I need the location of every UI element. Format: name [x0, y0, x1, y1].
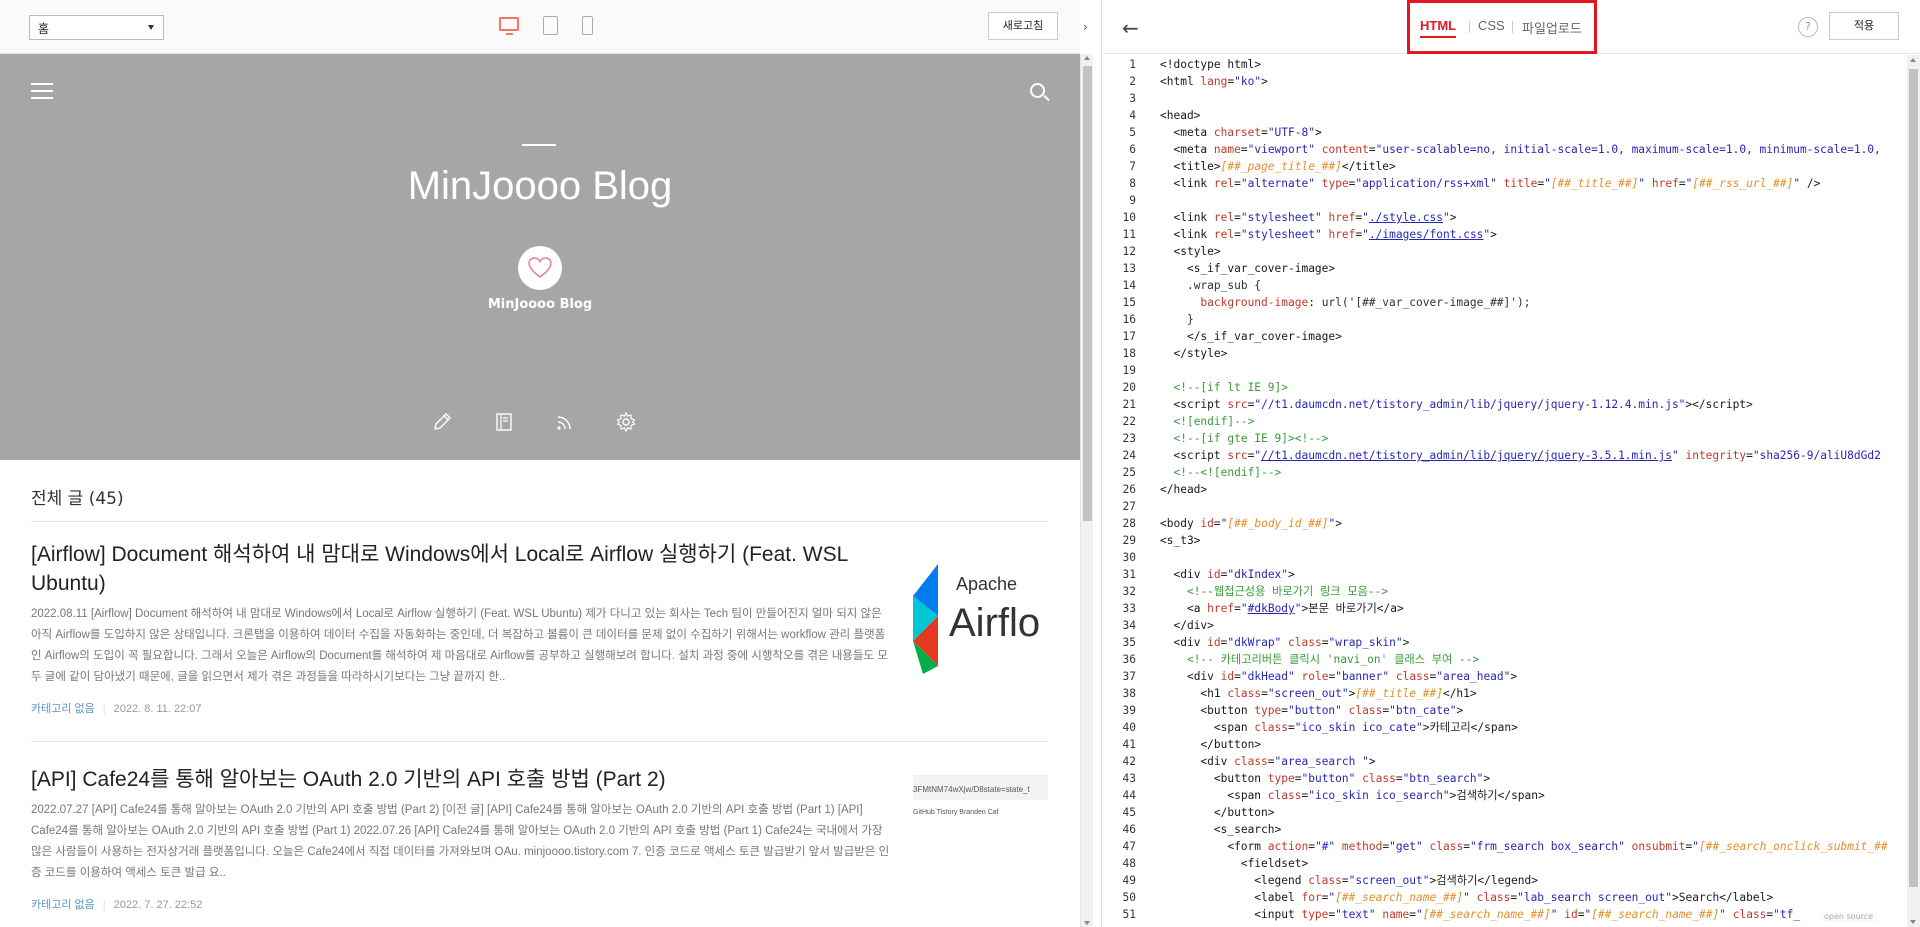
tablet-view-icon[interactable] [543, 16, 558, 35]
chevron-down-icon [148, 25, 154, 30]
search-icon[interactable] [1030, 83, 1045, 98]
post-date: 2022. 8. 11. 22:07 [113, 703, 202, 715]
divider [1512, 21, 1513, 33]
page-select-value: 홈 [38, 22, 50, 36]
menu-icon[interactable] [31, 83, 53, 99]
gear-icon[interactable] [616, 412, 636, 432]
list-item[interactable]: [API] Cafe24를 통해 알아보는 OAuth 2.0 기반의 API … [31, 765, 1048, 912]
tab-css[interactable]: CSS [1478, 18, 1505, 33]
heart-icon [528, 257, 552, 278]
preview-scrollbar[interactable] [1080, 54, 1093, 927]
post-date: 2022. 7. 27. 22:52 [113, 899, 203, 911]
thumb-text-airflow: Airflo [949, 601, 1040, 645]
code-editor-pane: ← HTML CSS 파일업로드 ? 적용 1 <!doctype html> 2… [1102, 0, 1920, 927]
post-title[interactable]: [Airflow] Document 해석하여 내 맘대로 Windows에서 … [31, 540, 881, 598]
thumb-url-text: 3FMtNM74wXjw/D8state=state_t [913, 785, 1030, 794]
divider [31, 521, 1048, 522]
mobile-view-icon[interactable] [582, 16, 593, 35]
divider [1469, 21, 1470, 33]
thumb-bookmarks-text: GitHub Tistory Branden Caf [913, 809, 999, 816]
back-arrow-icon[interactable]: ← [1122, 16, 1139, 40]
code-editor[interactable]: 1 <!doctype html> 2 <html lang="ko"> 3 4 <h… [1102, 55, 1907, 927]
blog-cover: MinJoooo Blog MinJoooo Blog [0, 54, 1080, 460]
post-count: 전체 글 (45) [31, 489, 124, 509]
editor-scrollbar[interactable] [1907, 55, 1920, 927]
desktop-view-icon[interactable] [499, 17, 519, 35]
post-meta: 카테고리 없음 | 2022. 7. 27. 22:52 [31, 899, 203, 911]
post-thumbnail[interactable]: 3FMtNM74wXjw/D8state=state_t GitHub Tist… [913, 775, 1048, 827]
post-category[interactable]: 카테고리 없음 [31, 899, 95, 911]
airflow-logo: Apache Airflo [913, 564, 1040, 674]
open-source-label[interactable]: open source [1820, 911, 1878, 922]
post-list: 전체 글 (45) [Airflow] Document 해석하여 내 맘대로 … [0, 460, 1080, 927]
post-thumbnail[interactable]: Apache Airflo [913, 556, 1048, 676]
post-meta: 카테고리 없음 | 2022. 8. 11. 22:07 [31, 703, 202, 715]
avatar[interactable] [518, 246, 562, 290]
collapse-preview-icon[interactable]: › [1083, 20, 1088, 34]
editor-header: ← HTML CSS 파일업로드 ? 적용 [1102, 0, 1920, 54]
theme-editor: 홈 새로고침 › MinJoooo Blog MinJoooo Blog 전체 … [0, 0, 1920, 927]
post-excerpt: 2022.08.11 [Airflow] Document 해석하여 내 맘대로… [31, 608, 888, 683]
divider [31, 741, 1048, 742]
blog-owner-name: MinJoooo Blog [487, 297, 593, 312]
preview-pane: 홈 새로고침 › MinJoooo Blog MinJoooo Blog 전체 … [0, 0, 1093, 927]
help-icon[interactable]: ? [1798, 17, 1818, 37]
browser-screenshot-thumb: 3FMtNM74wXjw/D8state=state_t GitHub Tist… [913, 776, 1048, 816]
book-icon[interactable] [494, 412, 514, 432]
tab-html[interactable]: HTML [1420, 18, 1457, 38]
thumb-text-apache: Apache [956, 574, 1017, 594]
refresh-button[interactable]: 새로고침 [988, 12, 1058, 40]
title-divider [522, 144, 556, 146]
post-category[interactable]: 카테고리 없음 [31, 703, 95, 715]
blog-title[interactable]: MinJoooo Blog [0, 164, 1080, 209]
pane-separator [1093, 0, 1102, 927]
apply-button[interactable]: 적용 [1829, 12, 1899, 40]
post-excerpt: 2022.07.27 [API] Cafe24를 통해 알아보는 OAuth 2… [31, 804, 890, 879]
preview-toolbar: 홈 새로고침 [0, 0, 1080, 54]
page-select[interactable]: 홈 [29, 15, 164, 40]
rss-icon[interactable] [555, 412, 575, 432]
pencil-icon[interactable] [432, 412, 452, 432]
tab-file-upload[interactable]: 파일업로드 [1522, 18, 1582, 37]
list-item[interactable]: [Airflow] Document 해석하여 내 맘대로 Windows에서 … [31, 540, 1048, 716]
post-title[interactable]: [API] Cafe24를 통해 알아보는 OAuth 2.0 기반의 API … [31, 765, 881, 794]
